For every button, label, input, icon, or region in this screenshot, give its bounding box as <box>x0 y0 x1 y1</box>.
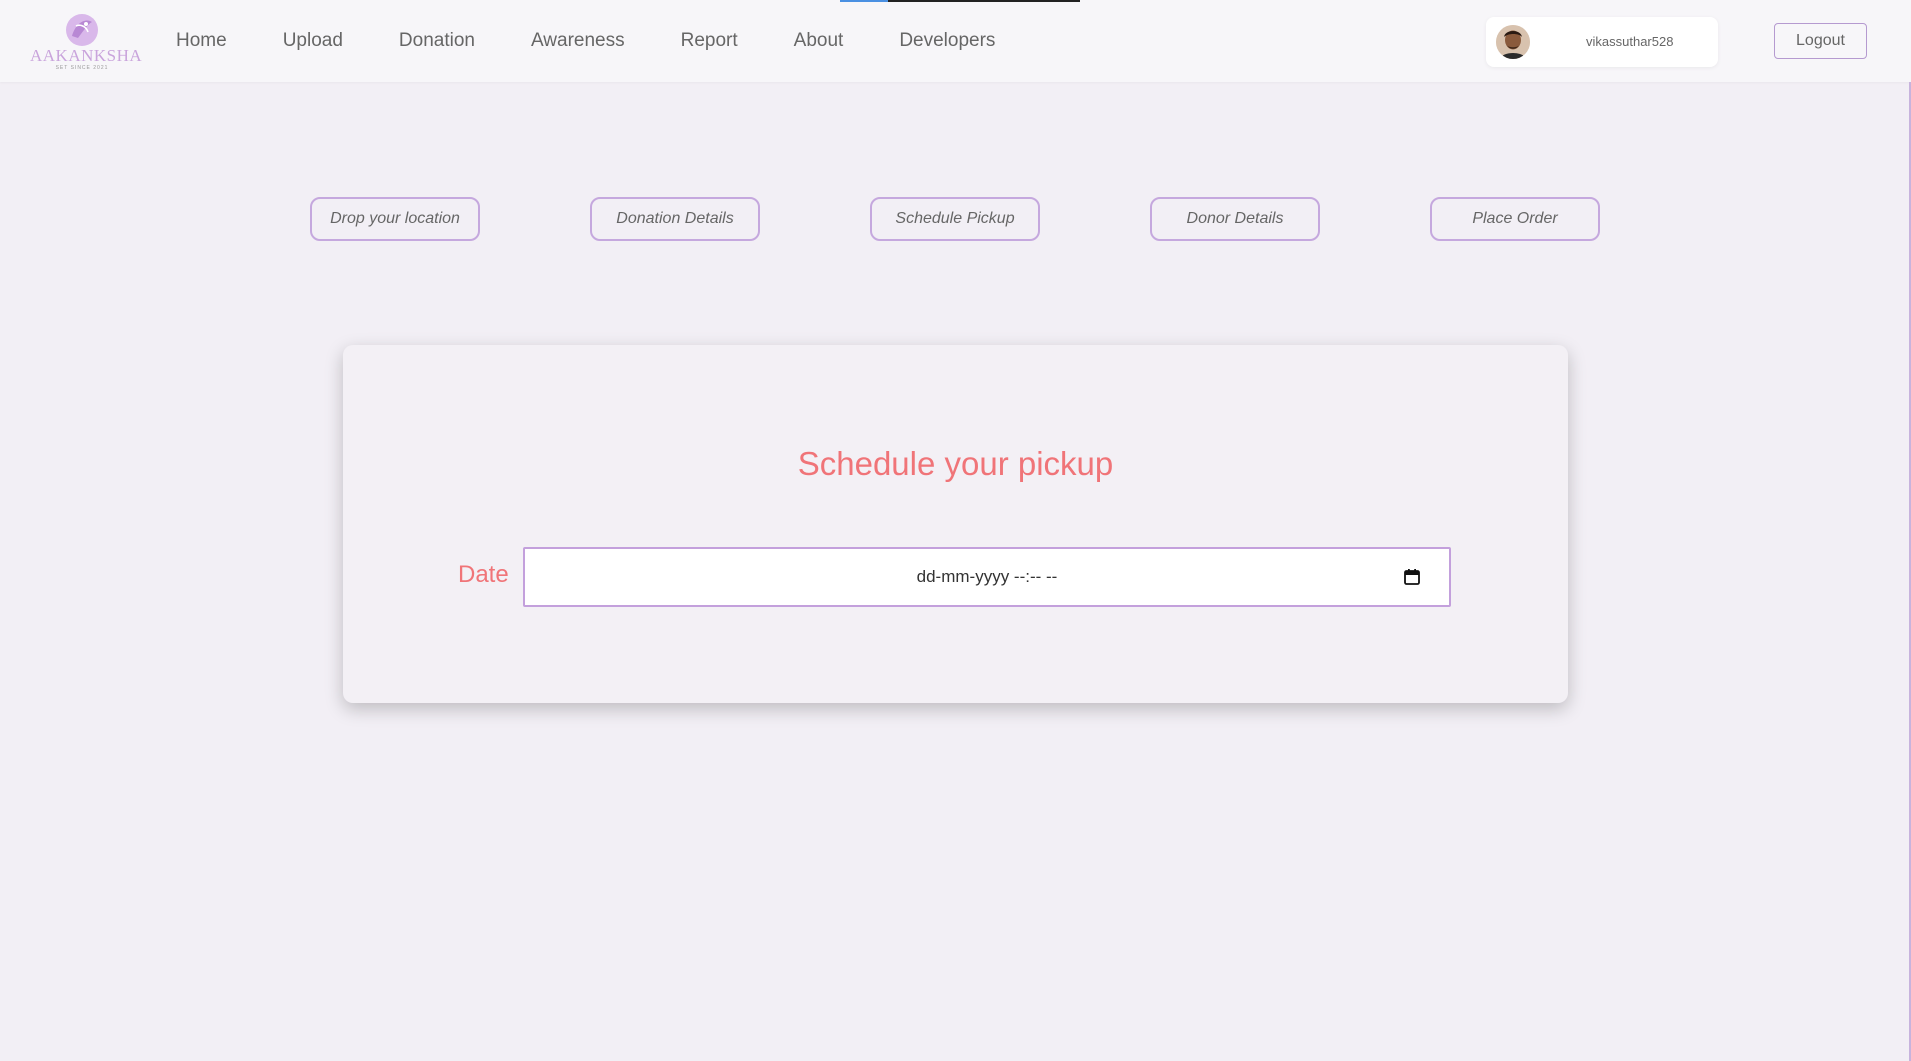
user-avatar-icon <box>1496 25 1530 59</box>
nav-upload[interactable]: Upload <box>283 30 343 52</box>
nav-donation[interactable]: Donation <box>399 30 475 52</box>
nav-report[interactable]: Report <box>681 30 738 52</box>
date-label: Date <box>458 561 509 588</box>
step-place-order[interactable]: Place Order <box>1430 197 1600 241</box>
avatar[interactable] <box>1496 25 1530 59</box>
step-drop-location[interactable]: Drop your location <box>310 197 480 241</box>
step-donation-details[interactable]: Donation Details <box>590 197 760 241</box>
schedule-pickup-card: Schedule your pickup Date dd-mm-yyyy --:… <box>343 345 1568 703</box>
main-nav: Home Upload Donation Awareness Report Ab… <box>176 0 1051 82</box>
logo-mark-icon <box>66 14 98 46</box>
date-field[interactable]: dd-mm-yyyy --:-- -- <box>523 547 1451 607</box>
brand-tagline: SET SINCE 2021 <box>55 65 109 71</box>
nav-awareness[interactable]: Awareness <box>531 30 625 52</box>
nav-developers[interactable]: Developers <box>899 30 995 52</box>
nav-about[interactable]: About <box>794 30 844 52</box>
checkout-steps: Drop your location Donation Details Sche… <box>0 197 1911 242</box>
brand-name: AAKANKSHA <box>30 46 143 65</box>
date-field-value: dd-mm-yyyy --:-- -- <box>916 567 1058 586</box>
step-schedule-pickup[interactable]: Schedule Pickup <box>870 197 1040 241</box>
calendar-icon[interactable] <box>1403 568 1421 586</box>
logout-button[interactable]: Logout <box>1774 23 1867 59</box>
step-donor-details[interactable]: Donor Details <box>1150 197 1320 241</box>
user-profile-chip[interactable]: vikassuthar528 <box>1486 17 1718 67</box>
nav-home[interactable]: Home <box>176 30 227 52</box>
username: vikassuthar528 <box>1586 34 1674 49</box>
brand-logo[interactable]: AAKANKSHA SET SINCE 2021 <box>30 10 143 72</box>
top-navbar: AAKANKSHA SET SINCE 2021 Home Upload Don… <box>0 0 1911 82</box>
page-title: Schedule your pickup <box>797 445 1114 482</box>
